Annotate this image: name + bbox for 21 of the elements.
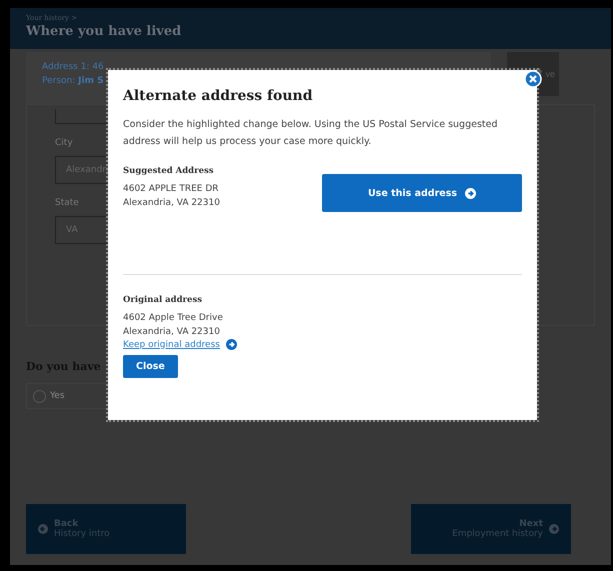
use-address-button[interactable]: Use this address (322, 174, 522, 212)
modal-message: Consider the highlighted change below. Using the US Postal Service suggested address will help us process your case more quickly. (123, 118, 499, 149)
arrow-right-icon (549, 524, 559, 534)
arrow-right-icon (226, 339, 237, 350)
person-summary: Person: Jim S (42, 76, 104, 86)
close-icon[interactable] (524, 70, 542, 88)
address-line: Alexandria, VA 22310 (123, 326, 221, 339)
modal-title: Alternate address found (123, 88, 314, 104)
address-summary: Address 1: 46 (42, 62, 104, 72)
page-title: Where you have lived (26, 24, 182, 39)
close-button[interactable]: Close (123, 355, 178, 378)
arrow-right-icon (465, 188, 476, 198)
field-label: City (55, 138, 73, 148)
address-line: 4602 Apple Tree Drive (123, 312, 224, 325)
original-address-heading: Original address (123, 295, 204, 305)
address-line: Alexandria, VA 22310 (123, 197, 220, 210)
keep-original-link[interactable]: Keep original address (123, 340, 220, 350)
field-label: State (55, 198, 79, 208)
suggested-address-heading: Suggested Address (123, 166, 215, 176)
arrow-left-icon (38, 524, 48, 534)
address-line: 4602 APPLE TREE DR (123, 183, 220, 196)
